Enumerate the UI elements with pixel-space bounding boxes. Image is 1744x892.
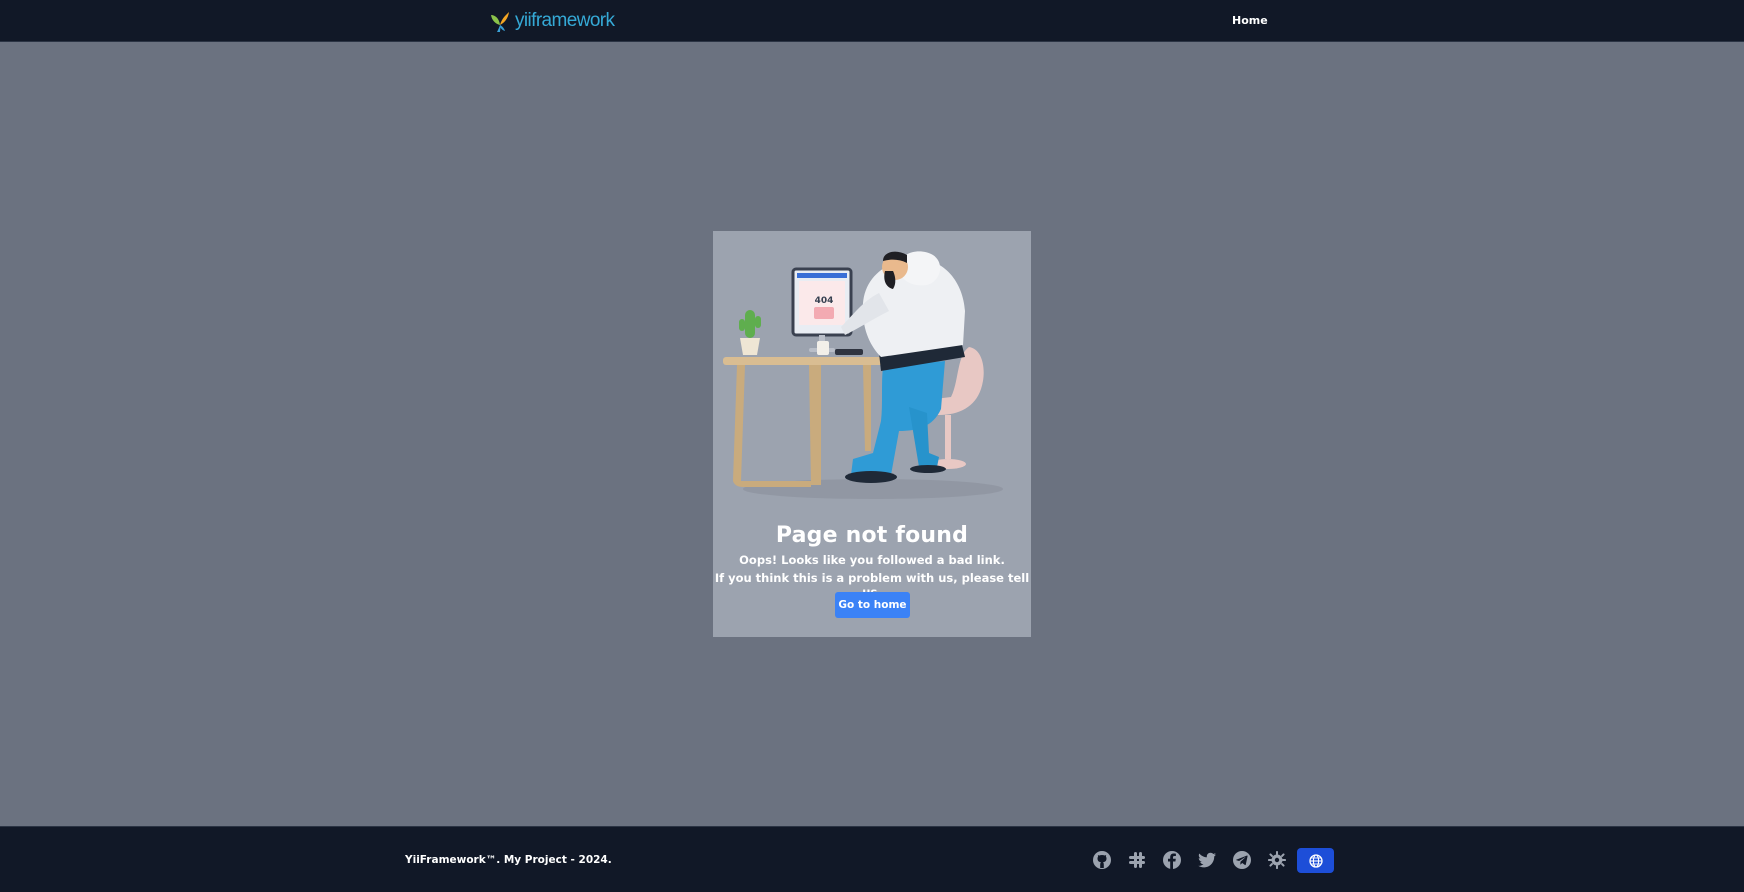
go-to-home-button[interactable]: Go to home (835, 592, 910, 618)
not-found-card: 404 Page not found Oops! Looks like you … (713, 231, 1031, 637)
yii-logo-icon (491, 12, 509, 32)
error-message-line-1: Oops! Looks like you followed a bad link… (739, 553, 1005, 567)
yii-logo-text: yiiframework (515, 10, 615, 31)
facebook-icon[interactable] (1161, 849, 1183, 871)
nav-home-link[interactable]: Home (1232, 14, 1268, 27)
developer-at-desk-illustration: 404 (723, 251, 1003, 499)
language-switcher-button[interactable] (1297, 848, 1334, 873)
slack-icon[interactable] (1126, 849, 1148, 871)
globe-icon (1308, 853, 1323, 868)
twitter-icon[interactable] (1196, 849, 1218, 871)
yii-forum-icon[interactable] (1266, 849, 1288, 871)
social-links (1091, 848, 1301, 872)
monitor-404-text: 404 (815, 296, 834, 306)
page-footer: YiiFramework™. My Project - 2024. (0, 826, 1744, 892)
telegram-icon[interactable] (1231, 849, 1253, 871)
page-title: Page not found (775, 523, 969, 548)
footer-copyright: YiiFramework™. My Project - 2024. (405, 854, 612, 866)
top-navbar: yiiframework Home (0, 0, 1744, 42)
yii-logo-link[interactable]: yiiframework (489, 9, 615, 33)
github-icon[interactable] (1091, 849, 1113, 871)
